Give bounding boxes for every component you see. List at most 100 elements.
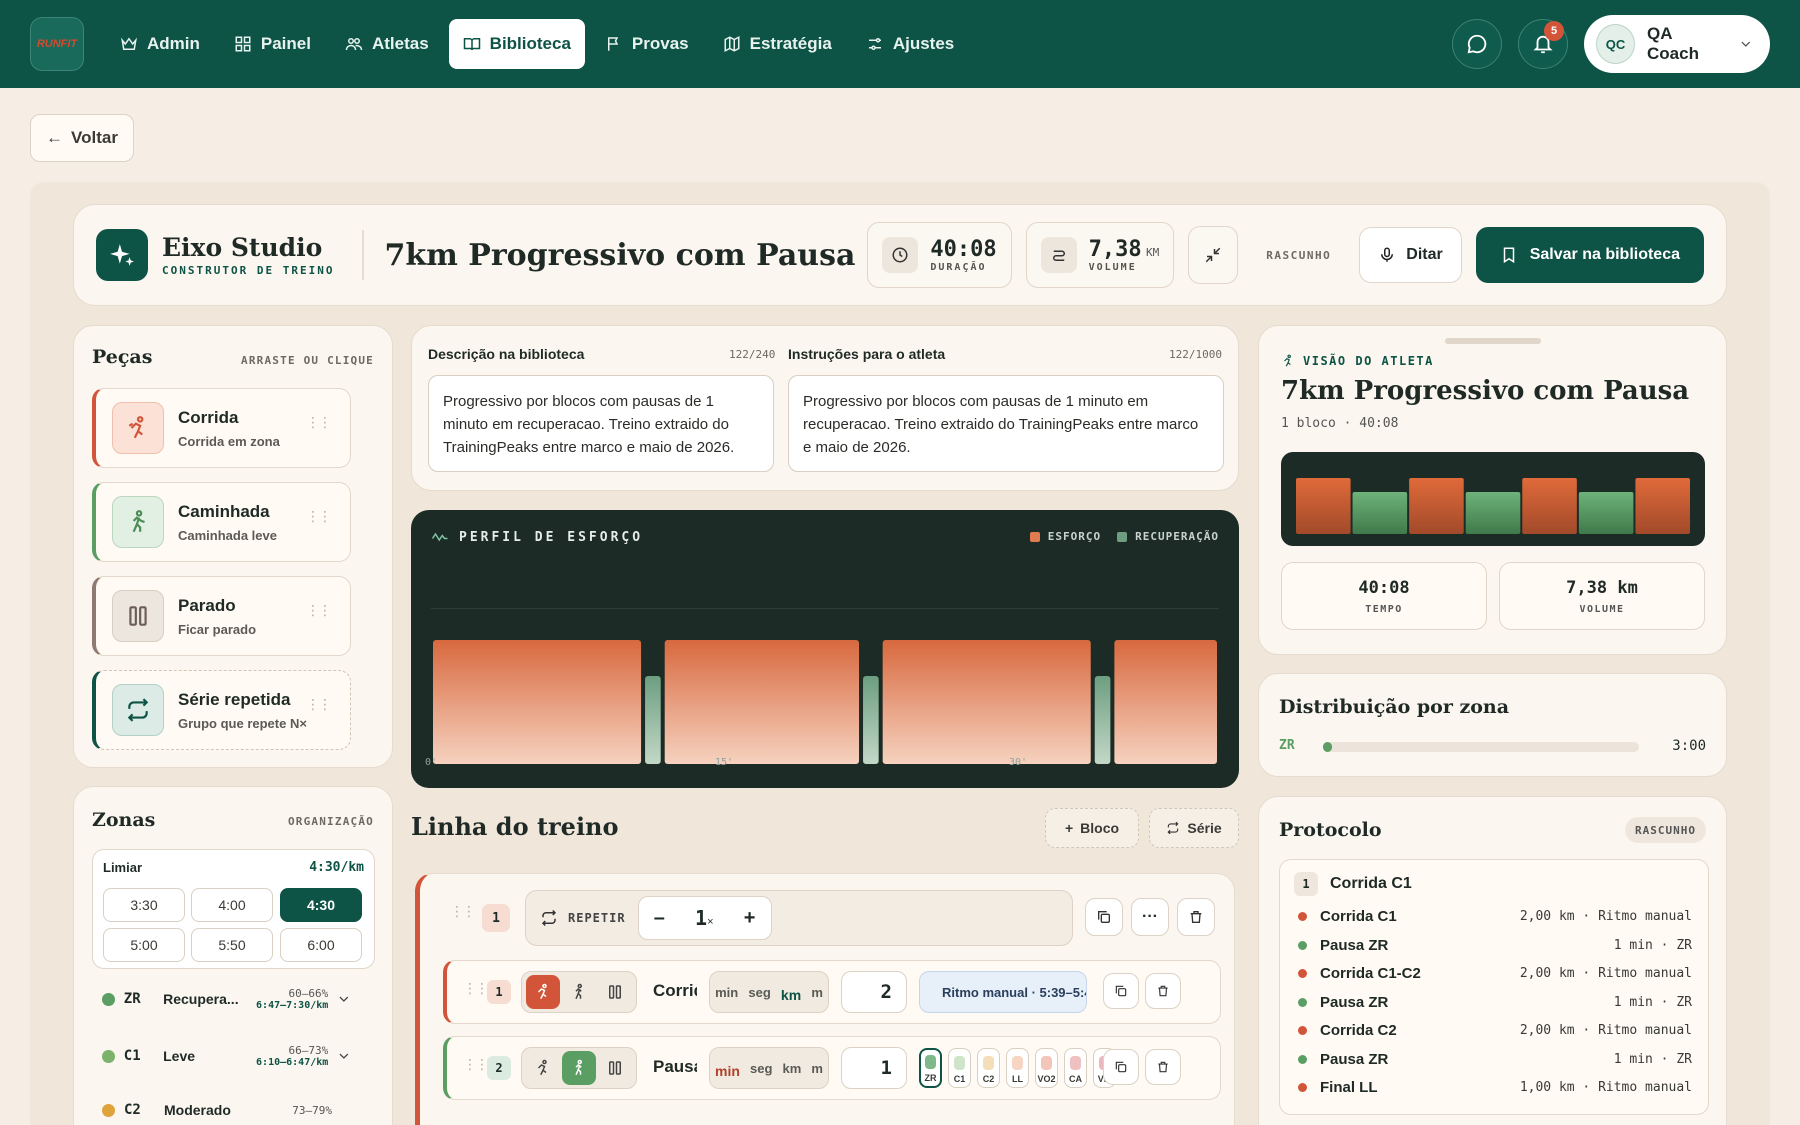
collapse-button[interactable] bbox=[1188, 226, 1239, 284]
zone-code: ZR bbox=[123, 991, 141, 1007]
protocol-row: Pausa ZR 1 min · ZR bbox=[1298, 937, 1692, 954]
user-menu[interactable]: QC QA Coach bbox=[1584, 15, 1770, 73]
nav-item-provas[interactable]: Provas bbox=[591, 19, 703, 69]
duplicate-step-button[interactable] bbox=[1103, 1049, 1139, 1085]
threshold-option[interactable]: 6:00 bbox=[280, 928, 362, 962]
walking-mode-icon[interactable] bbox=[562, 1051, 596, 1085]
save-to-library-button[interactable]: Salvar na biblioteca bbox=[1475, 227, 1704, 283]
chevron-down-icon[interactable] bbox=[336, 991, 352, 1007]
drag-handle-icon[interactable]: ⋮⋮ bbox=[306, 415, 332, 429]
threshold-option[interactable]: 5:50 bbox=[191, 928, 273, 962]
pace-selector[interactable]: Ritmo manual · 5:39–5:4 bbox=[919, 971, 1087, 1013]
app-logo[interactable]: RUNFIT bbox=[30, 17, 84, 71]
zone-option-ca[interactable]: CA bbox=[1064, 1048, 1087, 1088]
zone-option-vo2[interactable]: VO2 bbox=[1035, 1048, 1058, 1088]
zone-row[interactable]: C2 Moderado 73–79% bbox=[102, 1102, 352, 1118]
arrow-left-icon: ← bbox=[46, 128, 64, 147]
instructions-textarea[interactable]: Progressivo por blocos com pausas de 1 m… bbox=[788, 375, 1224, 472]
delete-button[interactable] bbox=[1177, 898, 1215, 936]
chevron-down-icon[interactable] bbox=[336, 1048, 352, 1064]
volume-stat: 7,38 KM VOLUME bbox=[1025, 222, 1175, 288]
threshold-option[interactable]: 5:00 bbox=[103, 928, 185, 962]
minus-icon[interactable]: – bbox=[654, 907, 665, 930]
zone-option-c2[interactable]: C2 bbox=[977, 1048, 1000, 1088]
piece-serie-repetida[interactable]: Série repetida Grupo que repete N× ⋮⋮ bbox=[92, 670, 351, 750]
running-mode-icon[interactable] bbox=[526, 975, 560, 1009]
threshold-option[interactable]: 4:00 bbox=[191, 888, 273, 922]
effort-bar bbox=[882, 640, 1091, 764]
step-row-pausa[interactable]: ⋮⋮ 2 Pausa min seg km m 1 ZR C1 C2 LL VO… bbox=[443, 1036, 1221, 1100]
description-count: 122/240 bbox=[729, 348, 776, 361]
drag-handle-icon[interactable]: ⋮⋮ bbox=[306, 697, 332, 711]
zones-title: Zonas bbox=[92, 809, 156, 831]
plus-icon[interactable]: + bbox=[744, 907, 756, 930]
unit-option[interactable]: km bbox=[782, 1061, 801, 1076]
nav-item-ajustes[interactable]: Ajustes bbox=[852, 19, 968, 69]
zone-option-c1[interactable]: C1 bbox=[948, 1048, 971, 1088]
unit-option[interactable]: seg bbox=[748, 985, 770, 1000]
running-mode-icon[interactable] bbox=[526, 1051, 560, 1085]
add-block-button[interactable]: + Bloco bbox=[1045, 808, 1139, 848]
protocol-panel: Protocolo RASCUNHO 1 Corrida C1 Corrida … bbox=[1258, 796, 1727, 1125]
drag-handle-icon[interactable]: ⋮⋮ bbox=[463, 1057, 489, 1071]
unit-option-selected[interactable]: km bbox=[781, 987, 801, 1003]
repeat-stepper[interactable]: – 1× + bbox=[637, 896, 772, 940]
zones-panel: Zonas ORGANIZAÇÃO Limiar 4:30/km 3:30 4:… bbox=[73, 786, 393, 1125]
nav-item-admin[interactable]: Admin bbox=[106, 19, 214, 69]
dictate-button[interactable]: Ditar bbox=[1359, 227, 1462, 283]
drag-handle-icon[interactable]: ⋮⋮ bbox=[450, 904, 476, 918]
drag-handle[interactable] bbox=[1445, 338, 1541, 344]
duplicate-step-button[interactable] bbox=[1103, 973, 1139, 1009]
piece-caminhada[interactable]: Caminhada Caminhada leve ⋮⋮ bbox=[92, 482, 351, 562]
chat-button[interactable] bbox=[1452, 19, 1502, 69]
time-stat: 40:08 TEMPO bbox=[1281, 562, 1487, 630]
pause-mode-icon[interactable] bbox=[598, 1051, 632, 1085]
step-value-input[interactable]: 2 bbox=[841, 971, 907, 1013]
add-series-button[interactable]: Série bbox=[1149, 808, 1239, 848]
repeat-count[interactable]: 1 bbox=[695, 906, 707, 930]
drag-handle-icon[interactable]: ⋮⋮ bbox=[463, 981, 489, 995]
back-button[interactable]: ← Voltar bbox=[30, 114, 134, 162]
trash-icon bbox=[1158, 985, 1168, 997]
zone-row[interactable]: ZR Recupera... 60–66% 6:47–7:30/km bbox=[102, 987, 352, 1011]
unit-option[interactable]: min bbox=[715, 985, 738, 1000]
piece-parado[interactable]: Parado Ficar parado ⋮⋮ bbox=[92, 576, 351, 656]
step-name[interactable]: Pausa bbox=[653, 1057, 697, 1077]
threshold-option-selected[interactable]: 4:30 bbox=[280, 888, 362, 922]
nav-item-painel[interactable]: Painel bbox=[220, 19, 325, 69]
description-textarea[interactable]: Progressivo por blocos com pausas de 1 m… bbox=[428, 375, 774, 472]
zone-option-zr[interactable]: ZR bbox=[919, 1048, 942, 1088]
nav-item-atletas[interactable]: Atletas bbox=[331, 19, 443, 69]
nav-item-estrategia[interactable]: Estratégia bbox=[709, 19, 846, 69]
top-navbar: RUNFIT Admin Painel Atletas Biblioteca P… bbox=[0, 0, 1800, 88]
unit-option-selected[interactable]: min bbox=[715, 1063, 740, 1079]
trash-icon bbox=[1158, 1061, 1168, 1073]
step-name[interactable]: Corrida bbox=[653, 981, 697, 1001]
pause-mode-icon[interactable] bbox=[598, 975, 632, 1009]
tick-label: 15' bbox=[715, 757, 734, 768]
piece-corrida[interactable]: Corrida Corrida em zona ⋮⋮ bbox=[92, 388, 351, 468]
delete-step-button[interactable] bbox=[1145, 973, 1181, 1009]
unit-option[interactable]: m bbox=[811, 1061, 823, 1076]
drag-handle-icon[interactable]: ⋮⋮ bbox=[306, 509, 332, 523]
unit-option[interactable]: seg bbox=[750, 1061, 772, 1076]
zone-option-ll[interactable]: LL bbox=[1006, 1048, 1029, 1088]
zone-pct: 60–66% bbox=[288, 987, 329, 1000]
threshold-option[interactable]: 3:30 bbox=[103, 888, 185, 922]
notifications-button[interactable]: 5 bbox=[1518, 19, 1568, 69]
delete-step-button[interactable] bbox=[1145, 1049, 1181, 1085]
duplicate-button[interactable] bbox=[1085, 898, 1123, 936]
description-label: Descrição na biblioteca bbox=[428, 346, 585, 362]
zone-row[interactable]: C1 Leve 66–73% 6:10–6:47/km bbox=[102, 1044, 352, 1068]
more-button[interactable]: ··· bbox=[1131, 898, 1169, 936]
step-value-input[interactable]: 1 bbox=[841, 1047, 907, 1089]
protocol-dot bbox=[1298, 997, 1307, 1007]
workout-title[interactable]: 7km Progressivo com Pausa bbox=[384, 238, 855, 273]
drag-handle-icon[interactable]: ⋮⋮ bbox=[306, 603, 332, 617]
walking-mode-icon[interactable] bbox=[562, 975, 596, 1009]
step-row-corrida[interactable]: ⋮⋮ 1 Corrida min seg km m 2 Ritmo manual… bbox=[443, 960, 1221, 1024]
zone-code: C1 bbox=[123, 1048, 141, 1064]
nav-item-biblioteca[interactable]: Biblioteca bbox=[448, 19, 585, 69]
unit-option[interactable]: m bbox=[811, 985, 823, 1000]
nav-item-label: Estratégia bbox=[749, 34, 832, 53]
